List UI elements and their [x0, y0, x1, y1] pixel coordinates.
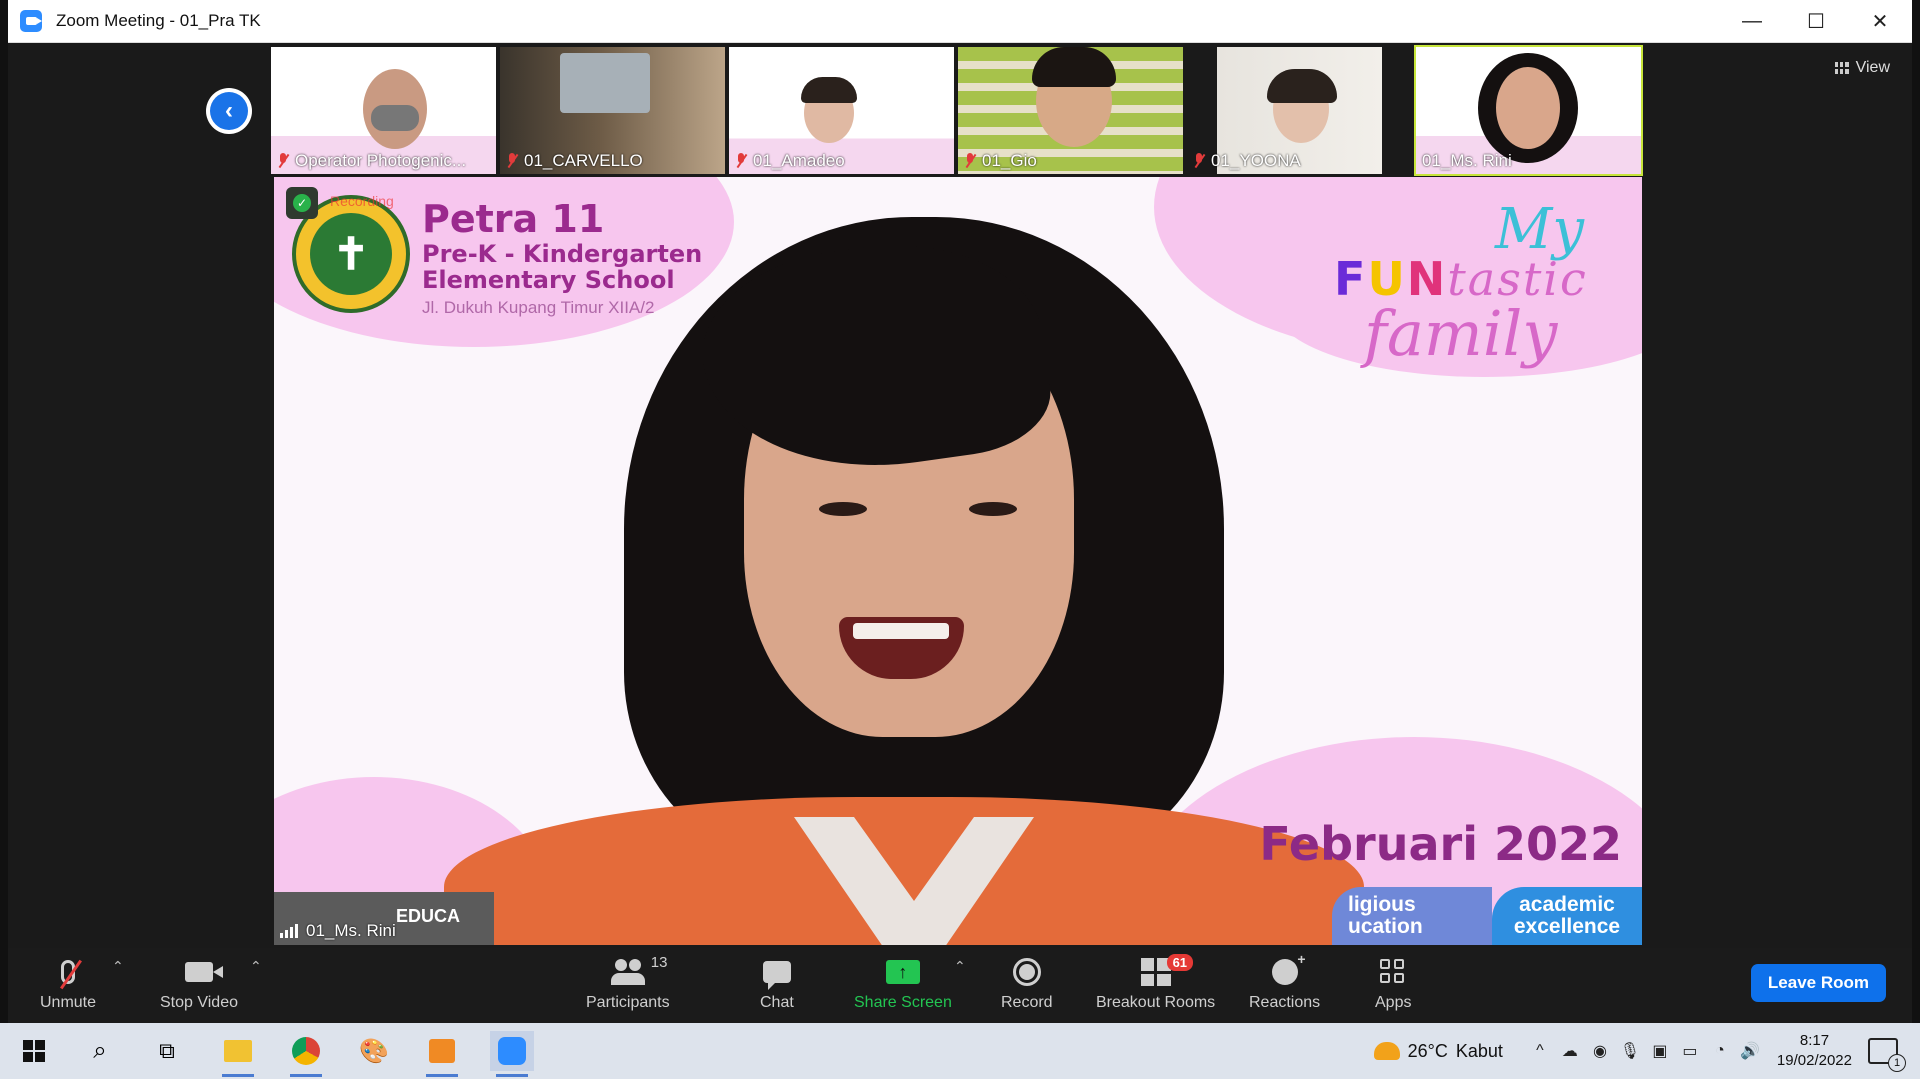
search-icon[interactable]: ⌕: [78, 1031, 122, 1071]
date-banner: Februari 2022: [1259, 817, 1622, 871]
participant-tile[interactable]: 01_Amadeo: [729, 47, 954, 174]
meeting-toolbar: Unmute ⌃ Stop Video ⌃ 13 Participants Ch…: [8, 948, 1912, 1023]
chat-bubble-icon: [762, 961, 791, 990]
meeting-area: ‹ View Operator Photogenic... 01_CARVELL…: [8, 43, 1912, 948]
stop-video-button[interactable]: Stop Video: [160, 954, 238, 1012]
grid-icon: [1834, 62, 1849, 74]
breakout-rooms-badge: 61: [1166, 954, 1194, 971]
video-camera-icon: [185, 962, 223, 982]
weather-fog-icon: [1373, 1042, 1400, 1060]
school-level: Pre-K - Kindergarten: [422, 240, 703, 268]
video-options-caret-icon[interactable]: ⌃: [250, 958, 262, 975]
display-icon[interactable]: ▣: [1645, 1041, 1675, 1061]
muted-mic-icon: [1193, 153, 1205, 169]
volume-icon[interactable]: 🔊: [1735, 1041, 1765, 1061]
clock[interactable]: 8:17 19/02/2022: [1777, 1031, 1852, 1072]
leave-room-button[interactable]: Leave Room: [1750, 964, 1886, 1002]
school-header: ✝ Petra 11 Pre-K - Kindergarten Elementa…: [292, 195, 702, 318]
apps-icon: [1380, 959, 1406, 985]
participant-tile[interactable]: 01_Gio: [958, 47, 1183, 174]
file-explorer-icon[interactable]: [216, 1031, 260, 1077]
reactions-button[interactable]: Reactions: [1249, 951, 1320, 1012]
media-player-icon[interactable]: [420, 1031, 464, 1077]
participant-name: 01_YOONA: [1211, 151, 1301, 170]
participant-tile[interactable]: 01_YOONA: [1187, 47, 1412, 174]
chrome-icon[interactable]: [284, 1031, 328, 1077]
notification-count: 1: [1888, 1054, 1906, 1072]
clock-date: 19/02/2022: [1776, 1052, 1852, 1069]
start-button[interactable]: [12, 1031, 56, 1071]
muted-mic-icon: [964, 153, 976, 169]
muted-mic-icon: [735, 153, 747, 169]
participant-name: 01_Gio: [982, 151, 1037, 170]
muted-mic-icon: [277, 153, 289, 169]
participant-name: 01_Amadeo: [753, 151, 845, 170]
wifi-icon[interactable]: ◔: [1705, 1042, 1735, 1060]
weather-temperature: 26°C: [1407, 1040, 1448, 1061]
record-icon: [1012, 958, 1041, 986]
show-hidden-icons-chevron-icon[interactable]: ^: [1525, 1042, 1555, 1060]
share-screen-arrow-icon: ↑: [885, 960, 920, 984]
weather-widget[interactable]: 26°C Kabut: [1373, 1040, 1503, 1062]
active-speaker-video: ✝ Petra 11 Pre-K - Kindergarten Elementa…: [274, 177, 1642, 945]
webcam-icon[interactable]: ◉: [1585, 1041, 1615, 1061]
view-button[interactable]: View: [1834, 59, 1890, 77]
chevron-left-icon: ‹: [210, 92, 248, 130]
minimize-button[interactable]: —: [1720, 0, 1784, 43]
participant-tile[interactable]: Operator Photogenic...: [271, 47, 496, 174]
security-shield-icon[interactable]: ✓: [286, 187, 318, 219]
clock-time: 8:17: [1799, 1031, 1830, 1049]
apps-button[interactable]: Apps: [1375, 954, 1411, 1012]
participants-icon: [610, 959, 645, 985]
recording-indicator: Recording: [330, 193, 394, 209]
emoji-reaction-icon: [1271, 951, 1306, 985]
close-button[interactable]: ✕: [1848, 0, 1912, 43]
participant-tile[interactable]: 01_CARVELLO: [500, 47, 725, 174]
participant-strip: Operator Photogenic... 01_CARVELLO 01_Am…: [271, 45, 1643, 176]
fantastic-family-logo: My FUNtastic family: [1334, 197, 1588, 370]
participants-count: 13: [650, 954, 668, 971]
system-tray: 26°C Kabut ^ ☁ ◉ 🎙 ▣ ▭ ◔ 🔊 8:17 19/02/20…: [1373, 1023, 1920, 1079]
window-title: Zoom Meeting - 01_Pra TK: [56, 11, 261, 30]
school-type: Elementary School: [422, 266, 675, 295]
weather-condition: Kabut: [1455, 1040, 1503, 1061]
participant-name: Operator Photogenic...: [295, 151, 467, 170]
zoom-app-icon: [20, 10, 42, 32]
onedrive-cloud-icon[interactable]: ☁: [1555, 1041, 1585, 1061]
task-view-icon[interactable]: ⧉: [145, 1031, 189, 1071]
chat-button[interactable]: Chat: [760, 954, 794, 1012]
microphone-icon[interactable]: 🎙: [1615, 1041, 1645, 1061]
windows-taskbar: ⌕ ⧉ 🎨 26°C Kabut ^ ☁ ◉ 🎙 ▣ ▭ ◔ 🔊 8:17 19…: [0, 1023, 1920, 1079]
unmute-button[interactable]: Unmute: [40, 954, 96, 1012]
notification-center-icon[interactable]: 1: [1868, 1038, 1906, 1072]
zoom-taskbar-icon[interactable]: [490, 1031, 534, 1077]
record-button[interactable]: Record: [1001, 954, 1053, 1012]
window-controls: — ☐ ✕: [1720, 0, 1912, 43]
share-options-caret-icon[interactable]: ⌃: [954, 958, 966, 975]
participant-name: 01_Ms. Rini: [1422, 151, 1512, 170]
participant-tile-active-speaker[interactable]: 01_Ms. Rini: [1414, 45, 1643, 176]
muted-mic-icon: [506, 153, 518, 169]
breakout-rooms-button[interactable]: 61 Breakout Rooms: [1096, 954, 1215, 1012]
banner-pill-religious: ligious ucation: [1332, 887, 1492, 945]
school-address: Jl. Dukuh Kupang Timur XIIA/2: [422, 297, 655, 317]
gallery-back-button[interactable]: ‹: [206, 88, 252, 134]
muted-microphone-icon: [61, 960, 76, 984]
paint-icon[interactable]: 🎨: [352, 1031, 396, 1071]
battery-icon[interactable]: ▭: [1675, 1041, 1705, 1061]
windows-logo-icon: [23, 1040, 45, 1062]
title-bar: Zoom Meeting - 01_Pra TK — ☐ ✕: [8, 0, 1912, 43]
participants-button[interactable]: 13 Participants: [586, 954, 670, 1012]
maximize-button[interactable]: ☐: [1784, 0, 1848, 43]
banner-pill-academic: academic excellence: [1492, 887, 1642, 945]
participant-name: 01_CARVELLO: [524, 151, 643, 170]
share-screen-button[interactable]: ↑ Share Screen: [854, 954, 952, 1012]
speaker-name-label: 01_Ms. Rini: [280, 921, 396, 941]
school-name: Petra 11: [422, 197, 605, 241]
signal-strength-icon: [280, 924, 298, 938]
audio-options-caret-icon[interactable]: ⌃: [112, 958, 124, 975]
view-label: View: [1855, 59, 1890, 76]
